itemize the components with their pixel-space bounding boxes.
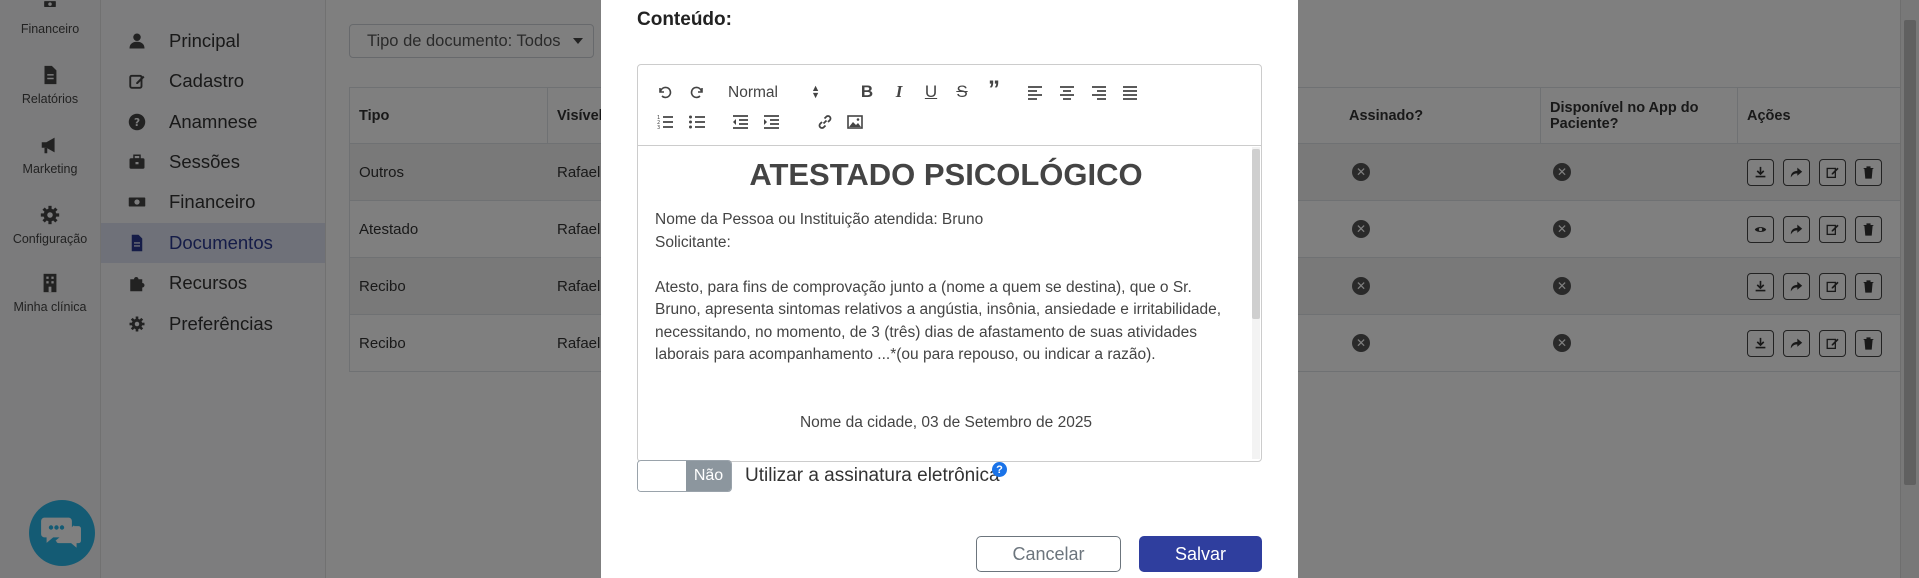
updown-icon: ▲ ▼ [811, 83, 820, 100]
bullet-list-icon [689, 115, 705, 129]
strikethrough-icon: S [956, 82, 968, 101]
strike-button[interactable]: S [951, 81, 973, 103]
align-right-button[interactable] [1088, 81, 1110, 103]
editor-content[interactable]: ATESTADO PSICOLÓGICO Nome da Pessoa ou I… [638, 145, 1261, 461]
align-center-icon [1060, 86, 1074, 100]
content-section-title: Conteúdo: [637, 9, 732, 30]
align-left-button[interactable] [1024, 81, 1046, 103]
content-line-person: Nome da Pessoa ou Instituição atendida: … [655, 211, 984, 228]
ordered-list-button[interactable]: 123 [654, 111, 676, 133]
link-button[interactable] [814, 111, 836, 133]
ordered-list-icon: 123 [657, 115, 673, 131]
italic-button[interactable]: I [888, 81, 910, 103]
toggle-state-label: Não [686, 461, 731, 491]
font-size-value: Normal [728, 84, 778, 101]
help-icon[interactable]: ? [992, 462, 1007, 477]
outdent-button[interactable] [729, 111, 751, 133]
editor-toolbar: Normal ▲ ▼ B I U S ” 123 [638, 65, 1261, 146]
bullet-list-button[interactable] [686, 111, 708, 133]
editor-scrollbar-thumb[interactable] [1252, 149, 1260, 319]
indent-button[interactable] [760, 111, 782, 133]
rich-text-editor: Normal ▲ ▼ B I U S ” 123 ATESTADO PSICOLÓ… [637, 64, 1262, 462]
bold-icon: B [860, 82, 874, 101]
blockquote-button[interactable]: ” [983, 76, 1005, 103]
content-date-line: Nome da cidade, 03 de Setembro de 2025 [799, 413, 1093, 431]
align-left-icon [1028, 86, 1042, 100]
undo-button[interactable] [654, 81, 676, 103]
redo-button[interactable] [686, 81, 708, 103]
align-center-button[interactable] [1056, 81, 1078, 103]
signature-label: Utilizar a assinatura eletrônica [745, 465, 1000, 486]
undo-icon [659, 86, 672, 99]
italic-icon: I [895, 82, 903, 101]
bold-button[interactable]: B [856, 81, 878, 103]
font-size-select[interactable]: Normal ▲ ▼ [728, 81, 838, 105]
image-button[interactable] [844, 111, 866, 133]
align-right-icon [1092, 86, 1106, 100]
indent-icon [764, 115, 779, 129]
redo-icon [690, 86, 703, 99]
quote-icon: ” [988, 76, 1000, 103]
outdent-icon [733, 115, 748, 129]
align-justify-icon [1123, 86, 1137, 100]
toggle-knob [638, 461, 686, 491]
link-icon [818, 115, 832, 129]
cancel-button[interactable]: Cancelar [976, 536, 1121, 572]
content-line-requester: Solicitante: [655, 233, 731, 251]
content-paragraph: Atesto, para fins de comprovação junto a… [655, 278, 1222, 364]
underline-icon: U [924, 82, 938, 101]
align-justify-button[interactable] [1119, 81, 1141, 103]
electronic-signature-toggle[interactable]: Não [637, 460, 732, 492]
document-heading: ATESTADO PSICOLÓGICO [749, 157, 1143, 192]
save-button[interactable]: Salvar [1139, 536, 1262, 572]
image-icon [847, 115, 863, 129]
underline-button[interactable]: U [920, 81, 942, 103]
svg-text:3: 3 [657, 125, 660, 131]
editor-scrollbar[interactable] [1252, 147, 1260, 459]
